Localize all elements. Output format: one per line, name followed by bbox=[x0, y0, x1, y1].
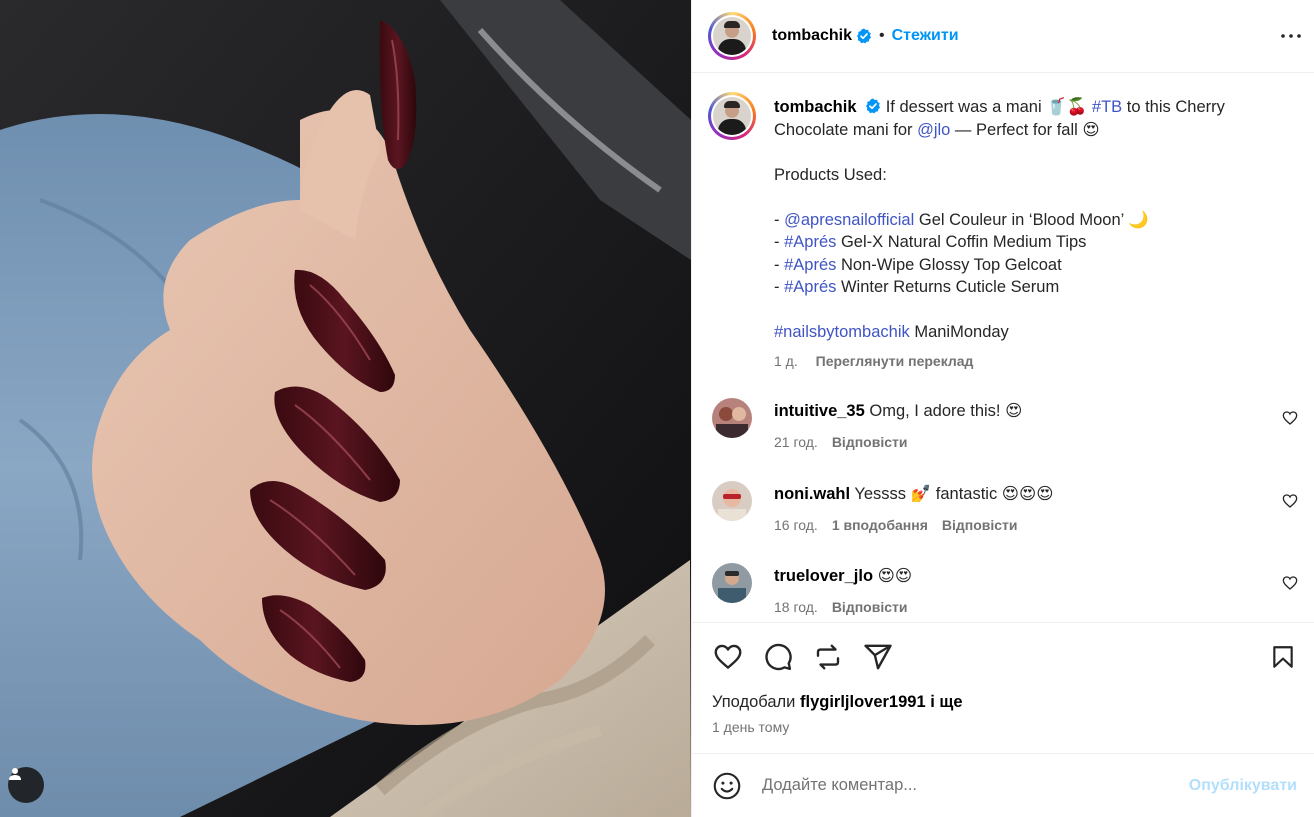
comment-text: 😍😍 bbox=[873, 567, 913, 585]
post-header: tombachik • Стежити bbox=[692, 0, 1314, 73]
share-icon bbox=[864, 644, 892, 670]
repost-icon bbox=[816, 644, 840, 670]
caption-time: 1 д. bbox=[774, 352, 798, 369]
separator-dot: • bbox=[879, 27, 885, 44]
post-actions: Уподобали flygirljlover1991 і ще 1 день … bbox=[692, 622, 1314, 754]
hashtag-link[interactable]: #nailsbytombachik bbox=[774, 323, 910, 341]
comment-icon bbox=[765, 643, 792, 671]
reply-button[interactable]: Відповісти bbox=[942, 517, 1018, 533]
comment-button[interactable] bbox=[762, 641, 794, 673]
product-line: - #Aprés Winter Returns Cuticle Serum bbox=[774, 278, 1060, 296]
comment-time: 16 год. bbox=[774, 516, 818, 533]
products-heading: Products Used: bbox=[774, 165, 887, 184]
post-side-panel: tombachik • Стежити tombachik If dessert… bbox=[691, 0, 1314, 817]
product-line: - #Aprés Gel-X Natural Coffin Medium Tip… bbox=[774, 233, 1087, 251]
comment-like-icon[interactable] bbox=[1282, 410, 1298, 426]
author-username[interactable]: tombachik bbox=[772, 27, 852, 45]
commenter-avatar[interactable] bbox=[712, 481, 752, 521]
author-avatar[interactable] bbox=[708, 12, 756, 60]
hashtag-link[interactable]: #Aprés bbox=[784, 256, 836, 274]
manicure-photo bbox=[0, 0, 691, 817]
emoji-icon bbox=[713, 772, 741, 799]
comments-list: tombachik If dessert was a mani 🥤🍒 #TB t… bbox=[692, 74, 1314, 622]
product-line: - #Aprés Non-Wipe Glossy Top Gelcoat bbox=[774, 255, 1062, 274]
hashtag-link[interactable]: #TB bbox=[1092, 98, 1122, 116]
comment-time: 21 год. bbox=[774, 433, 818, 450]
user-tag-icon bbox=[9, 768, 21, 780]
comment-time: 18 год. bbox=[774, 598, 818, 615]
comment-input[interactable] bbox=[762, 776, 1162, 795]
more-options-button[interactable] bbox=[1279, 24, 1303, 48]
caption-emoji: 😍 bbox=[1082, 120, 1100, 139]
caption-footer: #nailsbytombachik ManiMonday bbox=[774, 323, 1009, 341]
follow-button[interactable]: Стежити bbox=[892, 27, 959, 45]
mention-link[interactable]: @apresnailofficial bbox=[784, 211, 914, 229]
verified-badge-icon bbox=[866, 98, 881, 114]
commenter-avatar[interactable] bbox=[712, 398, 752, 438]
reply-button[interactable]: Відповісти bbox=[832, 599, 908, 615]
comment-username[interactable]: truelover_jlo bbox=[774, 567, 873, 585]
likes-summary[interactable]: Уподобали flygirljlover1991 і ще bbox=[712, 693, 963, 712]
like-button[interactable] bbox=[712, 641, 744, 673]
emoji-picker-button[interactable] bbox=[712, 771, 742, 801]
comment-like-icon[interactable] bbox=[1282, 575, 1298, 591]
post-date: 1 день тому bbox=[712, 719, 790, 735]
comment-text: Omg, I adore this! 😍 bbox=[864, 402, 1023, 420]
hashtag-link[interactable]: #Aprés bbox=[784, 278, 836, 296]
bookmark-icon bbox=[1273, 646, 1293, 668]
publish-button[interactable]: Опублікувати bbox=[1189, 777, 1297, 795]
comment-username[interactable]: intuitive_35 bbox=[774, 402, 865, 420]
comment-likes-count[interactable]: 1 вподобання bbox=[832, 517, 928, 533]
heart-icon bbox=[714, 644, 742, 669]
caption-emoji: 🥤🍒 bbox=[1046, 98, 1088, 116]
add-comment-bar: Опублікувати bbox=[692, 754, 1314, 817]
more-options-icon bbox=[1281, 34, 1301, 38]
reply-button[interactable]: Відповісти bbox=[832, 434, 908, 450]
commenter-avatar[interactable] bbox=[712, 563, 752, 603]
comment-like-icon[interactable] bbox=[1282, 493, 1298, 509]
caption-username[interactable]: tombachik bbox=[774, 98, 857, 116]
see-translation-button[interactable]: Переглянути переклад bbox=[816, 353, 974, 369]
caption-text: tombachik If dessert was a mani 🥤🍒 #TB t… bbox=[774, 96, 1268, 372]
caption-avatar[interactable] bbox=[708, 92, 756, 140]
hashtag-link[interactable]: #Aprés bbox=[784, 233, 836, 251]
post-photo bbox=[0, 0, 691, 817]
user-tag-button[interactable] bbox=[8, 767, 44, 803]
liker-username[interactable]: flygirljlover1991 bbox=[800, 693, 926, 711]
comment-text: Yessss 💅 fantastic 😍😍😍 bbox=[850, 485, 1054, 503]
repost-button[interactable] bbox=[812, 641, 844, 673]
post-dialog: tombachik • Стежити tombachik If dessert… bbox=[0, 0, 1314, 817]
verified-badge-icon bbox=[857, 28, 872, 44]
save-button[interactable] bbox=[1267, 641, 1299, 673]
mention-link[interactable]: @jlo bbox=[917, 121, 950, 139]
share-button[interactable] bbox=[862, 641, 894, 673]
comment-username[interactable]: noni.wahl bbox=[774, 485, 850, 503]
product-line: - @apresnailofficial Gel Couleur in ‘Blo… bbox=[774, 210, 1149, 229]
